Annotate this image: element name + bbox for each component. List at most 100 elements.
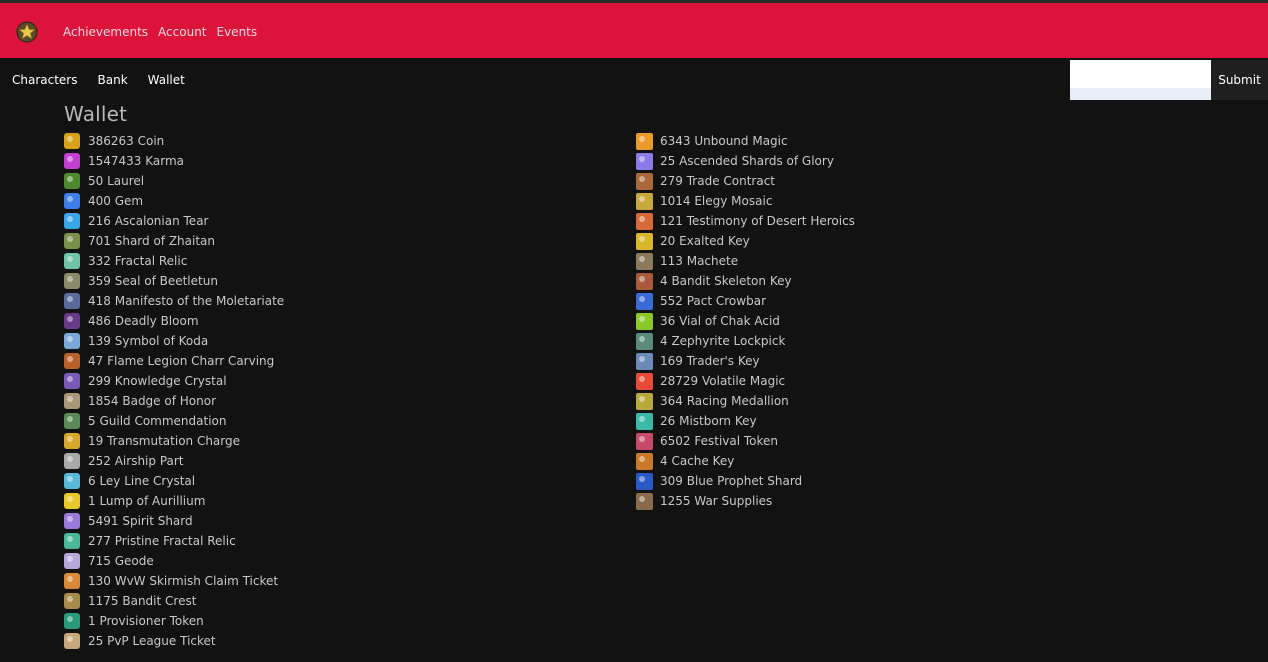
wallet-item: 1854 Badge of Honor (64, 391, 284, 411)
knowledge-crystal-icon (64, 373, 80, 389)
wallet-item: 1547433 Karma (64, 151, 284, 171)
wallet-item-label: 25 PvP League Ticket (88, 634, 216, 648)
zephyrite-lockpick-icon (636, 332, 653, 350)
wallet-item: 28729 Volatile Magic (636, 371, 855, 391)
wallet-item: 309 Blue Prophet Shard (636, 471, 855, 491)
wallet-item-label: 121 Testimony of Desert Heroics (660, 214, 855, 228)
wallet-item-label: 359 Seal of Beetletun (88, 274, 218, 288)
wallet-item-label: 36 Vial of Chak Acid (660, 314, 780, 328)
wallet-item-label: 418 Manifesto of the Moletariate (88, 294, 285, 308)
charr-carving-icon (64, 353, 80, 369)
wallet-item: 1 Provisioner Token (64, 611, 284, 631)
wallet-list-right: 6343 Unbound Magic 25 Ascended Shards of … (636, 131, 855, 511)
wallet-item-label: 47 Flame Legion Charr Carving (88, 354, 275, 368)
wallet-item-label: 20 Exalted Key (660, 234, 750, 248)
pristine-fractal-relic-icon (64, 533, 80, 549)
chak-acid-icon (636, 312, 653, 330)
wallet-item-label: 130 WvW Skirmish Claim Ticket (88, 574, 279, 588)
nav-events[interactable]: Events (217, 25, 258, 39)
wallet-item: 252 Airship Part (64, 451, 284, 471)
wallet-item-label: 139 Symbol of Koda (88, 334, 209, 348)
traders-key-icon (636, 352, 653, 370)
elegy-mosaic-icon (636, 192, 653, 210)
coin-icon (64, 133, 80, 149)
cache-key-icon (636, 452, 653, 470)
mistborn-key-icon (636, 412, 653, 430)
wallet-item-label: 386263 Coin (88, 134, 165, 148)
wallet-item: 4 Zephyrite Lockpick (636, 331, 855, 351)
wallet-item: 6502 Festival Token (636, 431, 855, 451)
seal-of-beetletun-icon (64, 273, 80, 289)
wallet-list-left: 386263 Coin 1547433 Karma 50 Laurel 400 Gem… (64, 131, 284, 651)
wallet-item: 26 Mistborn Key (636, 411, 855, 431)
symbol-of-koda-icon (64, 333, 80, 349)
wallet-item: 36 Vial of Chak Acid (636, 311, 855, 331)
nav-achievements[interactable]: Achievements (63, 25, 148, 39)
wallet-item-label: 332 Fractal Relic (88, 254, 188, 268)
guild-commendation-icon (64, 413, 80, 429)
wallet-item-label: 1 Provisioner Token (88, 614, 204, 628)
ley-line-crystal-icon (64, 473, 80, 489)
wallet-item: 169 Trader's Key (636, 351, 855, 371)
subnav-bank[interactable]: Bank (98, 73, 128, 87)
wallet-item: 1255 War Supplies (636, 491, 855, 511)
wallet-item-label: 216 Ascalonian Tear (88, 214, 209, 228)
wallet-item: 359 Seal of Beetletun (64, 271, 284, 291)
subnav-characters[interactable]: Characters (12, 73, 78, 87)
manifesto-icon (64, 293, 80, 309)
page-title: Wallet (64, 102, 128, 126)
wallet-item-label: 1 Lump of Aurillium (88, 494, 206, 508)
wallet-item: 20 Exalted Key (636, 231, 855, 251)
nav-account[interactable]: Account (158, 25, 206, 39)
machete-icon (636, 252, 653, 270)
wallet-item-label: 50 Laurel (88, 174, 145, 188)
wallet-item: 4 Bandit Skeleton Key (636, 271, 855, 291)
wallet-item: 5 Guild Commendation (64, 411, 284, 431)
wallet-item-label: 169 Trader's Key (660, 354, 760, 368)
wallet-item-label: 26 Mistborn Key (660, 414, 757, 428)
wallet-item-label: 6 Ley Line Crystal (88, 474, 196, 488)
wallet-item-label: 252 Airship Part (88, 454, 184, 468)
wallet-item-label: 1255 War Supplies (660, 494, 773, 508)
wallet-item-label: 28729 Volatile Magic (660, 374, 786, 388)
trade-contract-icon (636, 172, 653, 190)
wallet-item: 701 Shard of Zhaitan (64, 231, 284, 251)
wallet-item: 277 Pristine Fractal Relic (64, 531, 284, 551)
wallet-item-label: 1854 Badge of Honor (88, 394, 216, 408)
desert-heroics-icon (636, 212, 653, 230)
submit-button[interactable]: Submit (1211, 60, 1268, 100)
wallet-item: 1014 Elegy Mosaic (636, 191, 855, 211)
wallet-item: 216 Ascalonian Tear (64, 211, 284, 231)
wallet-item: 5491 Spirit Shard (64, 511, 284, 531)
volatile-magic-icon (636, 372, 653, 390)
deadly-bloom-icon (64, 313, 80, 329)
wallet-item: 25 Ascended Shards of Glory (636, 151, 855, 171)
wallet-item: 1175 Bandit Crest (64, 591, 284, 611)
wallet-item: 400 Gem (64, 191, 284, 211)
wallet-item-label: 400 Gem (88, 194, 144, 208)
wallet-item: 486 Deadly Bloom (64, 311, 284, 331)
wallet-item-label: 6502 Festival Token (660, 434, 779, 448)
ascalonian-tear-icon (64, 213, 80, 229)
bandit-skeleton-key-icon (636, 272, 653, 290)
wallet-item: 332 Fractal Relic (64, 251, 284, 271)
wallet-item-label: 299 Knowledge Crystal (88, 374, 227, 388)
wallet-item: 50 Laurel (64, 171, 284, 191)
wallet-item-label: 1014 Elegy Mosaic (660, 194, 773, 208)
wallet-item: 139 Symbol of Koda (64, 331, 284, 351)
airship-part-icon (64, 453, 80, 469)
logo-icon[interactable] (16, 21, 38, 43)
racing-medallion-icon (636, 392, 653, 410)
search-input[interactable] (1070, 60, 1211, 100)
wallet-item-label: 6343 Unbound Magic (660, 134, 788, 148)
subnav-wallet[interactable]: Wallet (148, 73, 185, 87)
wallet-item: 279 Trade Contract (636, 171, 855, 191)
wallet-item-label: 277 Pristine Fractal Relic (88, 534, 236, 548)
wallet-item: 386263 Coin (64, 131, 284, 151)
karma-icon (64, 153, 80, 169)
transmutation-charge-icon (64, 433, 80, 449)
wallet-item-label: 4 Zephyrite Lockpick (660, 334, 786, 348)
wallet-item: 1 Lump of Aurillium (64, 491, 284, 511)
wallet-item-label: 1547433 Karma (88, 154, 185, 168)
wallet-item-label: 5491 Spirit Shard (88, 514, 193, 528)
